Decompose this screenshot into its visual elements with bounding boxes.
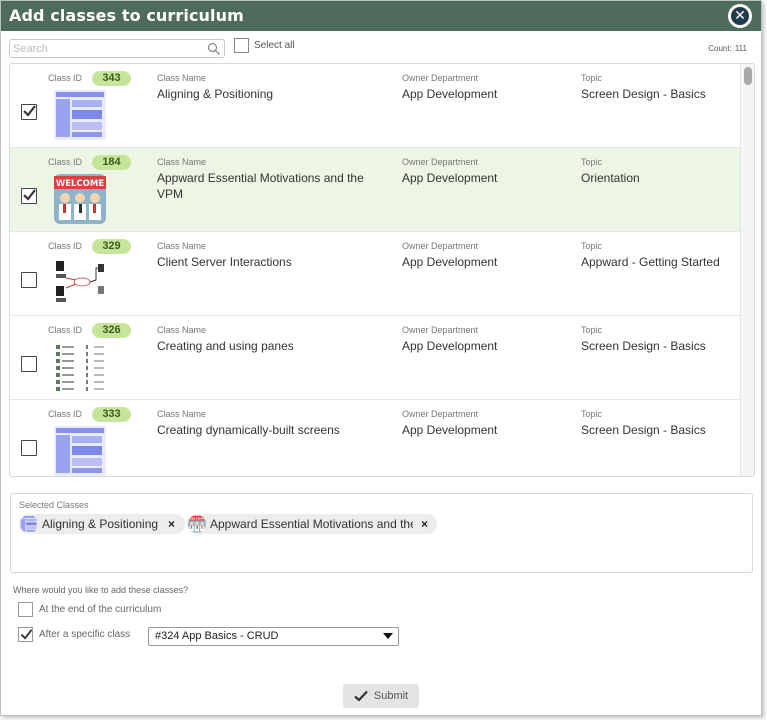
dialog-titlebar: Add classes to curriculum ✕	[1, 1, 761, 31]
class-id-label: Class ID	[48, 325, 83, 335]
class-name-label: Class Name	[157, 157, 207, 167]
topic-value: Screen Design - Basics	[581, 423, 706, 437]
class-id-badge: 329	[92, 239, 131, 254]
class-thumbnail	[54, 342, 106, 392]
owner-department-label: Owner Department	[402, 409, 479, 419]
class-name-label: Class Name	[157, 73, 207, 83]
chevron-down-icon	[383, 633, 393, 639]
class-name-value: Client Server Interactions	[157, 255, 292, 269]
count-display: Count: 111	[705, 44, 747, 53]
owner-department-label: Owner Department	[402, 241, 479, 251]
owner-department-value: App Development	[402, 171, 498, 185]
class-id-badge: 184	[92, 155, 131, 170]
class-id-badge: 326	[92, 323, 131, 338]
class-select-dropdown[interactable]: #324 App Basics - CRUD	[148, 627, 399, 646]
search-icon	[207, 42, 220, 55]
search-input[interactable]	[13, 41, 209, 56]
class-name-value: Appward Essential Motivations and the VP…	[157, 171, 364, 201]
option-after-label: After a specific class	[39, 629, 131, 640]
owner-department-value: App Development	[402, 339, 498, 353]
close-icon: ✕	[731, 7, 749, 25]
class-thumbnail	[54, 258, 106, 308]
chip-thumbnail	[20, 515, 38, 533]
selected-classes-box: Selected Classes Aligning & Positioning ×…	[10, 493, 753, 573]
option-after-checkbox[interactable]	[18, 627, 33, 642]
count-value: 111	[734, 44, 747, 53]
remove-chip-icon[interactable]: ×	[168, 517, 175, 531]
class-id-label: Class ID	[48, 73, 83, 83]
dropdown-value: #324 App Basics - CRUD	[155, 630, 279, 642]
option-end-of-curriculum[interactable]: At the end of the curriculum	[18, 602, 161, 617]
selected-class-chip: Aligning & Positioning ×	[19, 514, 185, 534]
class-row-checkbox[interactable]	[21, 188, 37, 204]
search-box[interactable]	[9, 39, 225, 58]
remove-chip-icon[interactable]: ×	[421, 517, 428, 531]
class-row[interactable]: Class ID 184 WELCOME Class Name Appward Esse…	[10, 148, 742, 232]
submit-button[interactable]: Submit	[343, 684, 419, 708]
class-row[interactable]: Class ID 329 Class Name Client Server Inter…	[10, 232, 742, 316]
class-row-checkbox[interactable]	[21, 440, 37, 456]
placement-question: Where would you like to add these classe…	[13, 585, 189, 595]
chip-label: Appward Essential Motivations and the VP…	[210, 517, 413, 531]
option-end-checkbox[interactable]	[18, 602, 33, 617]
class-thumbnail	[54, 90, 106, 140]
select-all-control[interactable]: Select all	[234, 38, 295, 53]
class-id-label: Class ID	[48, 241, 83, 251]
owner-department-value: App Development	[402, 423, 498, 437]
svg-text:WELCOME: WELCOME	[56, 179, 105, 189]
class-name-label: Class Name	[157, 241, 207, 251]
class-id-badge: 333	[92, 407, 131, 422]
class-row[interactable]: Class ID 333 Class Name Creating dynamicall…	[10, 400, 742, 476]
class-id-label: Class ID	[48, 409, 83, 419]
class-name-value: Aligning & Positioning	[157, 87, 274, 101]
topic-label: Topic	[581, 325, 603, 335]
list-scrollbar[interactable]	[740, 64, 754, 476]
submit-label: Submit	[373, 690, 409, 702]
owner-department-value: App Development	[402, 87, 498, 101]
class-row[interactable]: Class ID 326 Class Name Creating and using …	[10, 316, 742, 400]
owner-department-label: Owner Department	[402, 73, 479, 83]
class-row-checkbox[interactable]	[21, 104, 37, 120]
class-thumbnail	[54, 426, 106, 476]
class-name-label: Class Name	[157, 409, 207, 419]
class-row-checkbox[interactable]	[21, 272, 37, 288]
option-after-specific-class[interactable]: After a specific class	[18, 627, 130, 642]
class-name-value: Creating and using panes	[157, 339, 294, 353]
class-name-label: Class Name	[157, 325, 207, 335]
topic-label: Topic	[581, 73, 603, 83]
svg-text:WELCOME: WELCOME	[189, 517, 206, 521]
class-list: Class ID 333 Class Name Creating dynamicall…	[9, 63, 755, 477]
topic-label: Topic	[581, 157, 603, 167]
class-id-label: Class ID	[48, 157, 83, 167]
select-all-checkbox[interactable]	[234, 38, 249, 53]
class-id-badge: 343	[92, 71, 131, 86]
topic-value: Orientation	[581, 171, 640, 185]
close-button[interactable]: ✕	[728, 4, 752, 28]
scrollbar-thumb[interactable]	[744, 67, 752, 85]
owner-department-value: App Development	[402, 255, 498, 269]
topic-value: Screen Design - Basics	[581, 87, 706, 101]
dialog-title: Add classes to curriculum	[9, 6, 244, 25]
class-name-value: Creating dynamically-built screens	[157, 423, 340, 437]
topic-value: Screen Design - Basics	[581, 339, 706, 353]
chip-thumbnail: WELCOME	[188, 515, 206, 533]
add-classes-dialog: Add classes to curriculum ✕ Select all C…	[0, 0, 762, 716]
checkmark-icon	[354, 690, 368, 702]
select-all-label: Select all	[254, 40, 295, 51]
topic-label: Topic	[581, 409, 603, 419]
owner-department-label: Owner Department	[402, 157, 479, 167]
topic-value: Appward - Getting Started	[581, 255, 720, 269]
count-label: Count:	[708, 44, 732, 53]
selected-classes-header: Selected Classes	[19, 500, 89, 510]
option-end-label: At the end of the curriculum	[39, 604, 162, 615]
class-thumbnail: WELCOME	[54, 174, 106, 224]
class-row-checkbox[interactable]	[21, 356, 37, 372]
topic-label: Topic	[581, 241, 603, 251]
class-row[interactable]: Class ID 343 Class Name Aligning & Position…	[10, 64, 742, 148]
owner-department-label: Owner Department	[402, 325, 479, 335]
chip-label: Aligning & Positioning	[42, 517, 159, 531]
selected-class-chip: WELCOME Appward Essential Motivations and…	[187, 514, 437, 534]
